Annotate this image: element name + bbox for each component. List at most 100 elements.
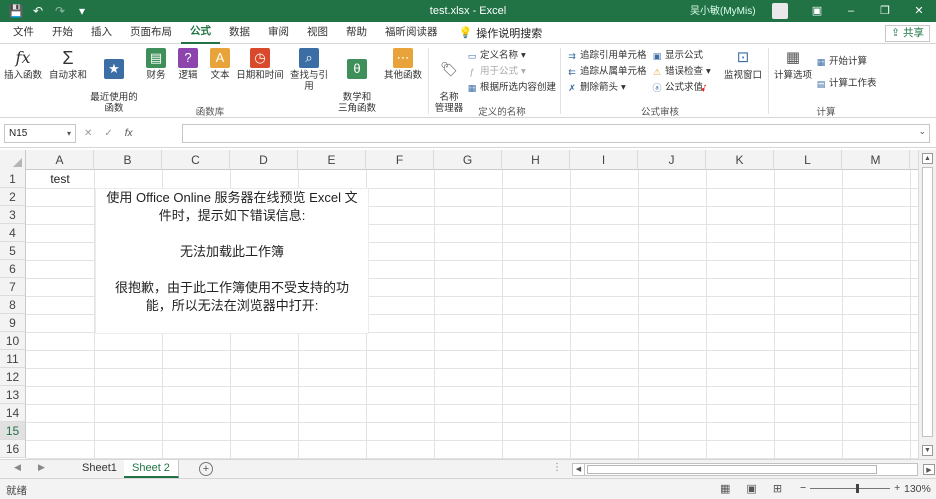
datetime-button[interactable]: ◷ 日期和时间: [236, 48, 284, 81]
more-icon[interactable]: ⋮: [552, 462, 562, 473]
add-sheet-icon[interactable]: +: [199, 462, 213, 476]
autosum-button[interactable]: Σ 自动求和: [48, 48, 88, 81]
row-header[interactable]: 4: [0, 224, 26, 242]
watch-window-button[interactable]: ⊡ 监视窗口: [722, 48, 764, 81]
calc-now-button[interactable]: ▦ 开始计算: [816, 56, 867, 68]
share-button[interactable]: ⇪ 共享: [885, 25, 930, 42]
remove-arrows-button[interactable]: ✗ 删除箭头 ▾: [567, 82, 626, 94]
row-header[interactable]: 7: [0, 278, 26, 296]
zoom-out-icon[interactable]: −: [800, 482, 806, 494]
text-button[interactable]: A 文本: [206, 48, 234, 81]
scroll-up-icon[interactable]: ▲: [922, 153, 933, 164]
column-header[interactable]: I: [570, 150, 638, 170]
lookup-button[interactable]: ⌕ 查找与引用: [286, 48, 332, 92]
column-header[interactable]: M: [842, 150, 910, 170]
row-header[interactable]: 13: [0, 386, 26, 404]
name-box[interactable]: N15 ▾: [4, 124, 76, 143]
column-header[interactable]: C: [162, 150, 230, 170]
scroll-right-icon[interactable]: ▶: [923, 464, 935, 475]
restore-button[interactable]: ❐: [868, 0, 902, 22]
cancel-icon[interactable]: ✕: [84, 125, 92, 143]
avatar[interactable]: [772, 3, 788, 19]
row-header[interactable]: 16: [0, 440, 26, 458]
cell-a1[interactable]: test: [26, 170, 94, 188]
user-name[interactable]: 吴小敏(MyMis): [690, 2, 770, 20]
sheet-next-icon[interactable]: ▶: [38, 462, 45, 473]
tab-view[interactable]: 视图: [298, 22, 337, 43]
use-in-formula-button[interactable]: ƒ 用于公式 ▾: [467, 66, 525, 78]
row-header[interactable]: 10: [0, 332, 26, 350]
column-header[interactable]: G: [434, 150, 502, 170]
ribbon-display-icon[interactable]: ▣: [800, 0, 834, 22]
select-all-button[interactable]: [0, 150, 26, 170]
column-header[interactable]: A: [26, 150, 94, 170]
math-trig-button[interactable]: θ 数学和 三角函数: [334, 48, 380, 114]
tell-me-search[interactable]: 💡 操作说明搜索: [459, 25, 543, 41]
page-break-view-icon[interactable]: ⊞: [773, 482, 782, 495]
row-header[interactable]: 8: [0, 296, 26, 314]
column-header[interactable]: L: [774, 150, 842, 170]
tab-home[interactable]: 开始: [43, 22, 82, 43]
error-checking-button[interactable]: ⚠ 错误检查 ▾: [652, 66, 711, 78]
zoom-slider[interactable]: [810, 483, 891, 493]
row-header[interactable]: 6: [0, 260, 26, 278]
horizontal-scrollbar[interactable]: ◀ ▶: [572, 463, 935, 476]
sheet-prev-icon[interactable]: ◀: [14, 462, 21, 473]
tab-help[interactable]: 帮助: [337, 22, 376, 43]
row-header[interactable]: 1: [0, 170, 26, 188]
undo-icon[interactable]: ↶: [30, 4, 46, 18]
close-button[interactable]: ✕: [902, 0, 936, 22]
scroll-left-icon[interactable]: ◀: [573, 464, 585, 475]
zoom-in-icon[interactable]: +: [894, 482, 900, 494]
row-header[interactable]: 15: [0, 422, 26, 440]
redo-icon[interactable]: ↷: [52, 4, 68, 18]
zoom-level[interactable]: 130%: [904, 483, 931, 495]
tab-foxit[interactable]: 福昕阅读器: [376, 22, 447, 43]
column-header[interactable]: B: [94, 150, 162, 170]
create-from-selection-button[interactable]: ▦ 根据所选内容创建: [467, 82, 556, 94]
minimize-button[interactable]: –: [834, 0, 868, 22]
row-header[interactable]: 2: [0, 188, 26, 206]
tab-file[interactable]: 文件: [4, 22, 43, 43]
row-header[interactable]: 11: [0, 350, 26, 368]
tab-formulas[interactable]: 公式: [181, 21, 220, 44]
chevron-down-icon[interactable]: ▾: [67, 125, 71, 142]
save-icon[interactable]: 💾: [8, 4, 24, 18]
page-layout-view-icon[interactable]: ▣: [746, 482, 756, 495]
define-name-button[interactable]: ▭ 定义名称 ▾: [467, 50, 526, 62]
calc-sheet-button[interactable]: ▤ 计算工作表: [816, 78, 877, 90]
scroll-thumb[interactable]: [922, 167, 933, 437]
row-header[interactable]: 9: [0, 314, 26, 332]
row-header[interactable]: 14: [0, 404, 26, 422]
customize-icon[interactable]: ▾: [74, 4, 90, 18]
column-header[interactable]: D: [230, 150, 298, 170]
row-header[interactable]: 5: [0, 242, 26, 260]
chevron-down-icon[interactable]: ⌄: [918, 126, 926, 137]
trace-dependents-button[interactable]: ⇇ 追踪从属单元格: [567, 66, 646, 78]
spreadsheet-grid[interactable]: ABCDEFGHIJKLM 1 2 3 4 5 6 7 8 9 10 11 12 13 14 15 16 te…: [0, 150, 918, 459]
trace-precedents-button[interactable]: ⇉ 追踪引用单元格: [567, 50, 646, 62]
column-header[interactable]: E: [298, 150, 366, 170]
more-functions-button[interactable]: ⋯ 其他函数: [382, 48, 424, 81]
logical-button[interactable]: ? 逻辑: [174, 48, 202, 81]
show-formulas-button[interactable]: ▣ 显示公式: [652, 50, 703, 62]
row-header[interactable]: 3: [0, 206, 26, 224]
enter-icon[interactable]: ✓: [104, 125, 112, 143]
recent-functions-button[interactable]: ★ 最近使用的 函数: [90, 48, 138, 114]
tab-data[interactable]: 数据: [220, 22, 259, 43]
vertical-scrollbar[interactable]: ▲ ▼: [918, 150, 936, 459]
column-header[interactable]: J: [638, 150, 706, 170]
financial-button[interactable]: ▤ 财务: [142, 48, 170, 81]
name-manager-button[interactable]: 🏷 名称 管理器: [432, 48, 466, 114]
tab-review[interactable]: 审阅: [259, 22, 298, 43]
fx-icon[interactable]: fx: [125, 125, 133, 143]
column-header[interactable]: H: [502, 150, 570, 170]
scroll-down-icon[interactable]: ▼: [922, 445, 933, 456]
merged-cell-b2-e8[interactable]: 使用 Office Online 服务器在线预览 Excel 文 件时，提示如下…: [95, 188, 369, 334]
sheet-tab-sheet1[interactable]: Sheet1: [74, 460, 126, 478]
evaluate-formula-button[interactable]: ⓐ 公式求值: [652, 82, 703, 94]
column-header[interactable]: K: [706, 150, 774, 170]
sheet-tab-sheet2[interactable]: Sheet 2: [124, 460, 179, 478]
row-header[interactable]: 12: [0, 368, 26, 386]
scroll-thumb[interactable]: [587, 465, 877, 474]
